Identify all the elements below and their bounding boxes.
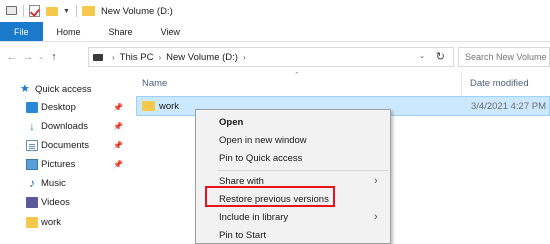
- breadcrumb-this-pc[interactable]: This PC: [120, 52, 154, 63]
- back-arrow-icon[interactable]: ←: [4, 51, 20, 63]
- sidebar-item-label: Music: [41, 177, 66, 189]
- menu-item-label: Open: [219, 116, 244, 128]
- menu-item-open[interactable]: Open: [196, 113, 392, 131]
- column-divider[interactable]: [461, 73, 462, 95]
- menu-item-label: Pin to Start: [219, 229, 266, 241]
- sidebar-item-videos[interactable]: Videos: [0, 193, 131, 211]
- breadcrumb-current-folder[interactable]: New Volume (D:): [166, 52, 238, 63]
- pin-icon: 📌: [113, 102, 123, 112]
- this-pc-icon: [93, 53, 103, 61]
- window-title: New Volume (D:): [100, 5, 173, 17]
- file-date-modified: 3/4/2021 4:27 PM: [471, 101, 546, 112]
- tab-file[interactable]: File: [0, 22, 43, 41]
- menu-item-include-in-library[interactable]: Include in library ›: [196, 208, 392, 226]
- menu-item-restore-previous-versions[interactable]: Restore previous versions: [196, 190, 392, 208]
- breadcrumb-separator-icon[interactable]: ›: [243, 53, 246, 62]
- folder-icon: [26, 216, 38, 228]
- navigation-row: ← → ⌄ ↑ › This PC › New Volume (D:) › ⌄ …: [0, 43, 550, 71]
- ribbon-tabs: File Home Share View: [0, 22, 550, 42]
- sidebar-item-label: Quick access: [35, 83, 92, 95]
- sidebar-item-desktop[interactable]: Desktop 📌: [0, 98, 131, 116]
- window-folder-icon: [81, 6, 95, 16]
- sidebar-item-label: Videos: [41, 196, 70, 208]
- submenu-chevron-right-icon: ›: [374, 175, 378, 187]
- sidebar-item-pictures[interactable]: Pictures 📌: [0, 155, 131, 173]
- breadcrumb-separator-icon[interactable]: ›: [112, 53, 115, 62]
- address-bar[interactable]: › This PC › New Volume (D:) › ⌄ ↻: [88, 47, 454, 67]
- toolbar-divider: [23, 5, 24, 17]
- tab-view[interactable]: View: [147, 22, 194, 41]
- sidebar-item-label: Desktop: [41, 101, 76, 113]
- toolbar-divider: [75, 5, 77, 17]
- context-menu: Open Open in new window Pin to Quick acc…: [195, 109, 391, 244]
- menu-item-label: Pin to Quick access: [219, 152, 303, 164]
- pictures-icon: [26, 158, 38, 170]
- sort-caret-icon: ⌃: [294, 72, 300, 79]
- tab-share[interactable]: Share: [95, 22, 147, 41]
- column-header-row: Name ⌃ Date modified: [131, 71, 550, 95]
- search-placeholder: Search New Volume (D:): [465, 52, 549, 62]
- star-icon: ★: [20, 82, 30, 95]
- menu-item-label: Restore previous versions: [219, 193, 329, 205]
- forward-arrow-icon[interactable]: →: [20, 51, 36, 63]
- file-name: work: [159, 101, 180, 112]
- submenu-chevron-right-icon: ›: [374, 211, 378, 223]
- customize-toolbar-chevron-icon[interactable]: ▼: [63, 8, 70, 15]
- menu-item-label: Share with: [219, 175, 264, 187]
- column-header-date-modified[interactable]: Date modified: [470, 78, 529, 89]
- navigation-pane: ★ Quick access Desktop 📌 ↓ Downloads 📌 D…: [0, 71, 131, 244]
- sidebar-item-label: Documents: [41, 139, 90, 151]
- desktop-icon: [26, 101, 38, 113]
- sidebar-item-work[interactable]: work: [0, 213, 131, 231]
- column-header-name[interactable]: Name: [142, 78, 167, 89]
- pin-icon: 📌: [113, 121, 123, 131]
- menu-item-label: Open in new window: [219, 134, 307, 146]
- recent-locations-chevron-icon[interactable]: ⌄: [36, 53, 46, 61]
- folder-icon: [142, 101, 155, 111]
- refresh-icon[interactable]: ↻: [436, 50, 445, 63]
- download-icon: ↓: [29, 118, 35, 133]
- pin-icon: 📌: [113, 159, 123, 169]
- up-arrow-icon[interactable]: ↑: [46, 51, 62, 63]
- sidebar-item-label: work: [41, 216, 62, 228]
- menu-item-open-in-new-window[interactable]: Open in new window: [196, 131, 392, 149]
- menu-item-share-with[interactable]: Share with ›: [196, 172, 392, 190]
- sidebar-item-label: Downloads: [41, 120, 88, 132]
- menu-item-label: Include in library: [219, 211, 289, 223]
- sidebar-item-quick-access[interactable]: ★ Quick access: [0, 80, 131, 98]
- documents-icon: [26, 139, 38, 151]
- address-history-chevron-icon[interactable]: ⌄: [419, 52, 425, 60]
- sidebar-item-documents[interactable]: Documents 📌: [0, 136, 131, 154]
- title-bar: ▼ New Volume (D:): [0, 0, 550, 22]
- pin-icon: 📌: [113, 140, 123, 150]
- sidebar-item-music[interactable]: ♪ Music: [0, 174, 131, 192]
- music-icon: ♪: [29, 175, 35, 190]
- breadcrumb-separator-icon[interactable]: ›: [158, 53, 161, 62]
- tab-home[interactable]: Home: [43, 22, 95, 41]
- new-folder-icon[interactable]: [46, 5, 58, 17]
- menu-item-pin-to-start[interactable]: Pin to Start: [196, 226, 392, 244]
- drive-icon[interactable]: [6, 5, 18, 17]
- sidebar-item-label: Pictures: [41, 158, 76, 170]
- videos-icon: [26, 196, 38, 208]
- menu-separator: [218, 170, 388, 171]
- sidebar-item-downloads[interactable]: ↓ Downloads 📌: [0, 117, 131, 135]
- menu-item-pin-to-quick-access[interactable]: Pin to Quick access: [196, 149, 392, 167]
- properties-check-icon[interactable]: [29, 5, 41, 17]
- search-input[interactable]: Search New Volume (D:): [458, 47, 550, 67]
